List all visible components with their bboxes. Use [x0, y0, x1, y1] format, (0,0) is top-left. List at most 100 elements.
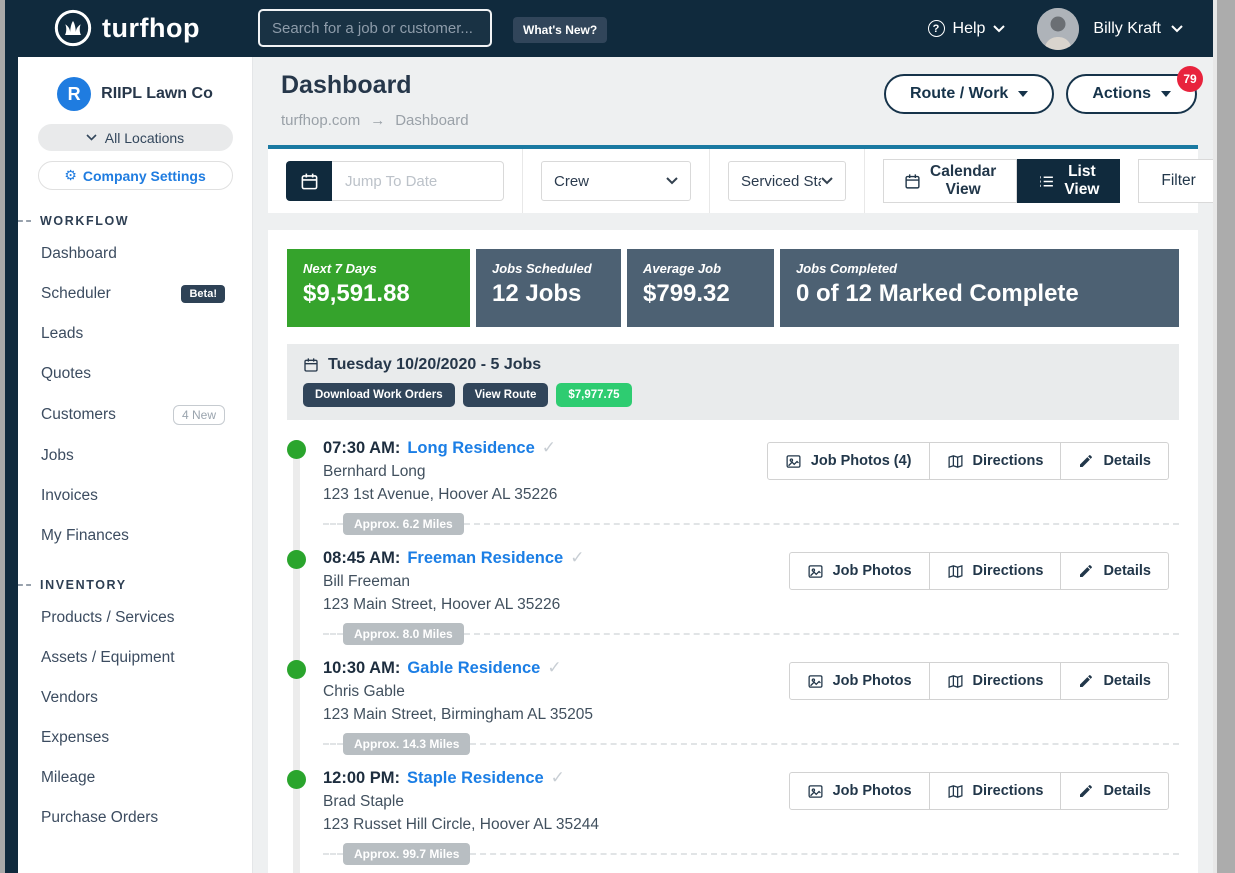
route-work-dropdown[interactable]: Route / Work: [884, 74, 1054, 114]
scrollbar-thumb[interactable]: [1217, 0, 1235, 873]
job-photos-button[interactable]: Job Photos (4): [767, 442, 930, 480]
dash-line: [323, 853, 343, 855]
pencil-icon: [1078, 673, 1094, 689]
user-menu[interactable]: Billy Kraft: [1093, 20, 1183, 38]
serviced-status-value: Serviced Status: [741, 173, 821, 190]
actions-dropdown[interactable]: Actions 79: [1066, 74, 1197, 114]
turfhop-logo[interactable]: turfhop: [53, 8, 200, 48]
sidebar-item-vendors[interactable]: Vendors: [18, 678, 252, 718]
sidebar-item-purchase-orders[interactable]: Purchase Orders: [18, 798, 252, 838]
day-total-badge[interactable]: $7,977.75: [556, 383, 631, 407]
directions-button-label: Directions: [973, 673, 1044, 689]
job-actions-group: Job Photos (4) Directions Details: [767, 442, 1169, 480]
stat-value: $9,591.88: [303, 280, 454, 308]
directions-button-label: Directions: [973, 563, 1044, 579]
breadcrumb-site[interactable]: turfhop.com: [281, 112, 360, 129]
jump-to-date-calendar-button[interactable]: [286, 161, 332, 201]
list-view-button[interactable]: List View: [1017, 159, 1120, 203]
sidebar-item-my-finances[interactable]: My Finances: [18, 516, 252, 556]
check-icon: ✓: [547, 658, 561, 678]
sidebar-item-label: Scheduler: [41, 285, 111, 303]
stat-tile-jobs-completed: Jobs Completed0 of 12 Marked Complete: [780, 249, 1179, 327]
job-residence-link[interactable]: Long Residence: [407, 439, 534, 458]
directions-button[interactable]: Directions: [929, 442, 1062, 480]
sidebar-item-expenses[interactable]: Expenses: [18, 718, 252, 758]
turfhop-grass-icon: [53, 8, 93, 48]
directions-button[interactable]: Directions: [929, 552, 1062, 590]
details-button[interactable]: Details: [1060, 442, 1169, 480]
breadcrumb-page: Dashboard: [395, 112, 468, 129]
details-button-label: Details: [1103, 453, 1151, 469]
photo-icon: [785, 453, 802, 470]
stat-label: Average Job: [643, 261, 758, 276]
directions-button[interactable]: Directions: [929, 772, 1062, 810]
directions-button[interactable]: Directions: [929, 662, 1062, 700]
details-button[interactable]: Details: [1060, 772, 1169, 810]
filter-button[interactable]: Filter: [1138, 159, 1213, 203]
all-locations-label: All Locations: [105, 130, 184, 146]
calendar-icon: [904, 173, 921, 190]
miles-badge: Approx. 8.0 Miles: [343, 623, 464, 645]
sidebar-item-label: Customers: [41, 406, 116, 424]
calendar-view-button[interactable]: Calendar View: [883, 159, 1017, 203]
chevron-down-icon: [993, 25, 1005, 33]
sidebar-item-scheduler[interactable]: SchedulerBeta!: [18, 274, 252, 314]
all-locations-dropdown[interactable]: All Locations: [38, 124, 233, 151]
dash-line: [470, 853, 1179, 855]
photo-icon: [807, 783, 824, 800]
sidebar-item-customers[interactable]: Customers4 New: [18, 394, 252, 436]
job-residence-link[interactable]: Freeman Residence: [407, 549, 563, 568]
sidebar-section-label: WORKFLOW: [40, 214, 129, 228]
sidebar-item-assets-equipment[interactable]: Assets / Equipment: [18, 638, 252, 678]
crew-select[interactable]: Crew: [541, 161, 691, 201]
sidebar-item-products-services[interactable]: Products / Services: [18, 598, 252, 638]
page-scrollbar[interactable]: [1213, 0, 1235, 873]
sidebar-item-jobs[interactable]: Jobs: [18, 436, 252, 476]
sidebar-item-label: Jobs: [41, 447, 74, 465]
stat-label: Jobs Completed: [796, 261, 1163, 276]
job-residence-link[interactable]: Staple Residence: [407, 769, 544, 788]
actions-label: Actions: [1092, 85, 1151, 103]
miles-badge: Approx. 6.2 Miles: [343, 513, 464, 535]
top-navbar: turfhop What's New? ? Help Billy Kraft: [5, 0, 1213, 57]
sidebar-item-leads[interactable]: Leads: [18, 314, 252, 354]
sidebar-item-invoices[interactable]: Invoices: [18, 476, 252, 516]
job-address: 123 Main Street, Hoover AL 35226: [323, 596, 1179, 614]
chevron-down-icon: [1171, 25, 1183, 33]
photo-icon: [807, 563, 824, 580]
job-residence-link[interactable]: Gable Residence: [407, 659, 540, 678]
jump-to-date-input[interactable]: [332, 161, 504, 201]
job-photos-button[interactable]: Job Photos: [789, 552, 930, 590]
download-work-orders-button[interactable]: Download Work Orders: [303, 383, 455, 407]
search-input[interactable]: [258, 9, 492, 47]
whats-new-button[interactable]: What's New?: [513, 17, 607, 43]
sidebar-item-mileage[interactable]: Mileage: [18, 758, 252, 798]
list-icon: [1038, 173, 1055, 190]
chevron-down-icon: [86, 134, 97, 141]
sidebar-item-label: My Finances: [41, 527, 129, 545]
user-avatar[interactable]: [1037, 8, 1079, 50]
sidebar-item-dashboard[interactable]: Dashboard: [18, 234, 252, 274]
photo-icon: [807, 673, 824, 690]
caret-down-icon: [1161, 91, 1171, 97]
help-menu[interactable]: ? Help: [928, 20, 1006, 38]
view-route-button[interactable]: View Route: [463, 383, 549, 407]
job-time: 10:30 AM:: [323, 659, 400, 678]
miles-badge: Approx. 99.7 Miles: [343, 843, 470, 865]
serviced-status-select[interactable]: Serviced Status: [728, 161, 846, 201]
stat-tile-jobs-scheduled: Jobs Scheduled12 Jobs: [476, 249, 621, 327]
content-card: Next 7 Days$9,591.88Jobs Scheduled12 Job…: [268, 230, 1198, 873]
job-status-dot: [287, 440, 306, 459]
details-button[interactable]: Details: [1060, 552, 1169, 590]
job-photos-button[interactable]: Job Photos: [789, 662, 930, 700]
gear-icon: ⚙: [64, 168, 77, 184]
job-photos-button-label: Job Photos (4): [811, 453, 912, 469]
jobs-list: 07:30 AM:Long Residence✓Bernhard Long123…: [287, 438, 1179, 873]
company-settings-button[interactable]: ⚙ Company Settings: [38, 161, 233, 190]
sidebar-item-quotes[interactable]: Quotes: [18, 354, 252, 394]
details-button[interactable]: Details: [1060, 662, 1169, 700]
miles-separator: Approx. 6.2 Miles: [323, 513, 1179, 535]
job-photos-button[interactable]: Job Photos: [789, 772, 930, 810]
job-status-dot: [287, 660, 306, 679]
sidebar-section-inventory: INVENTORY: [18, 578, 252, 592]
